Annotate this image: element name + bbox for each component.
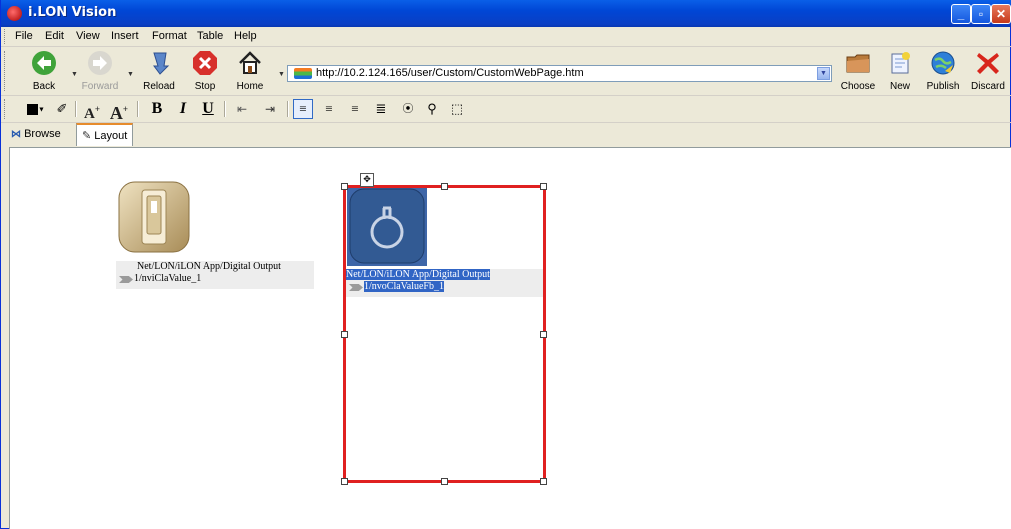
align-right-icon[interactable]: ≡ xyxy=(345,99,365,119)
widget-label[interactable]: Net/LON/iLON App/Digital Output 1/nviCla… xyxy=(116,261,314,289)
reload-label: Reload xyxy=(143,81,175,92)
widget-label-line1: Net/LON/iLON App/Digital Output xyxy=(137,261,281,272)
publish-globe-icon xyxy=(931,51,955,75)
resize-handle-n[interactable] xyxy=(441,183,448,190)
discard-button[interactable]: Discard xyxy=(967,50,1009,94)
stop-icon xyxy=(193,51,217,75)
menu-file[interactable]: File xyxy=(15,30,33,42)
app-window: i.LON Vision _ ▫ ✕ File Edit View Insert… xyxy=(0,0,1011,529)
home-button[interactable]: Home xyxy=(229,50,271,94)
tab-layout-label: Layout xyxy=(94,130,128,142)
tab-browse-label: Browse xyxy=(24,128,61,140)
font-color-icon[interactable]: ▼ xyxy=(25,99,47,119)
publish-button[interactable]: Publish xyxy=(922,50,964,94)
format-separator xyxy=(75,101,77,117)
back-arrow-icon xyxy=(32,51,56,75)
menu-help[interactable]: Help xyxy=(234,30,257,42)
layout-canvas[interactable]: Net/LON/iLON App/Digital Output 1/nviCla… xyxy=(9,147,1011,529)
resize-handle-e[interactable] xyxy=(540,331,547,338)
italic-button[interactable]: I xyxy=(173,99,193,119)
toggle-switch-icon xyxy=(118,181,190,253)
title-bar[interactable]: i.LON Vision _ ▫ ✕ xyxy=(1,0,1011,27)
folder-icon xyxy=(846,54,870,73)
resize-handle-s[interactable] xyxy=(441,478,448,485)
minimize-button[interactable]: _ xyxy=(951,4,971,24)
app-logo-icon xyxy=(7,6,22,21)
font-grow-icon[interactable]: A+ xyxy=(81,99,103,122)
browse-icon: ⋈ xyxy=(11,129,21,140)
maximize-button[interactable]: ▫ xyxy=(971,4,991,24)
choose-button[interactable]: Choose xyxy=(837,50,879,94)
window-title: i.LON Vision xyxy=(28,5,117,20)
align-center-icon[interactable]: ≡ xyxy=(319,99,339,119)
align-left-icon[interactable]: ≡ xyxy=(293,99,313,119)
new-label: New xyxy=(889,81,910,92)
outdent-icon[interactable]: ⇤ xyxy=(232,99,252,119)
address-dropdown-icon[interactable]: ▼ xyxy=(817,67,830,80)
back-dropdown-icon[interactable]: ▼ xyxy=(71,71,78,78)
address-bar[interactable]: http://10.2.124.165/user/Custom/CustomWe… xyxy=(287,65,832,82)
bold-button[interactable]: B xyxy=(147,99,167,119)
align-justify-icon[interactable]: ≣ xyxy=(371,99,391,119)
view-tabs: ⋈ Browse ✎ Layout xyxy=(1,123,1011,147)
underline-button[interactable]: U xyxy=(198,99,218,119)
font-shrink-icon[interactable]: A+ xyxy=(108,99,130,123)
forward-button[interactable]: Forward xyxy=(79,50,121,94)
home-label: Home xyxy=(236,81,264,92)
stop-button[interactable]: Stop xyxy=(184,50,226,94)
menu-insert[interactable]: Insert xyxy=(111,30,139,42)
discard-x-icon xyxy=(977,53,999,74)
format-separator xyxy=(137,101,139,117)
new-page-icon xyxy=(891,52,910,74)
format-separator xyxy=(287,101,289,117)
choose-label: Choose xyxy=(840,81,876,92)
stop-label: Stop xyxy=(194,81,216,92)
resize-handle-ne[interactable] xyxy=(540,183,547,190)
back-button[interactable]: Back xyxy=(23,50,65,94)
forward-arrow-icon xyxy=(88,51,112,75)
insert-object-icon[interactable]: ⚲ xyxy=(422,99,442,119)
resize-handle-nw[interactable] xyxy=(341,183,348,190)
back-label: Back xyxy=(32,81,56,92)
menu-edit[interactable]: Edit xyxy=(45,30,64,42)
home-icon xyxy=(239,51,261,74)
reload-icon xyxy=(153,52,170,75)
menubar-grip[interactable] xyxy=(4,29,8,44)
toolbar-grip[interactable] xyxy=(4,51,8,91)
main-toolbar: Back ▼ Forward ▼ Reload Stop Home ▼ http… xyxy=(1,47,1011,96)
publish-label: Publish xyxy=(926,81,960,92)
indent-icon[interactable]: ⇥ xyxy=(260,99,280,119)
selection-frame[interactable] xyxy=(343,185,546,483)
menu-format[interactable]: Format xyxy=(152,30,187,42)
move-handle-icon[interactable]: ✥ xyxy=(360,173,374,187)
widget-label-line2: 1/nviClaValue_1 xyxy=(134,273,202,284)
menu-view[interactable]: View xyxy=(76,30,100,42)
pencil-icon: ✎ xyxy=(82,130,92,142)
page-icon xyxy=(294,68,312,79)
forward-label: Forward xyxy=(81,81,119,92)
formatbar-grip[interactable] xyxy=(4,99,8,119)
menu-table[interactable]: Table xyxy=(197,30,223,42)
link-icon[interactable]: ⦿ xyxy=(398,99,418,119)
home-dropdown-icon[interactable]: ▼ xyxy=(278,71,285,78)
eraser-icon[interactable]: ✐ xyxy=(53,99,71,119)
new-button[interactable]: New xyxy=(879,50,921,94)
insert-shape-icon[interactable]: ⬚ xyxy=(447,99,467,119)
close-button[interactable]: ✕ xyxy=(991,4,1011,24)
tab-layout[interactable]: ✎ Layout xyxy=(76,123,134,146)
resize-handle-w[interactable] xyxy=(341,331,348,338)
reload-button[interactable]: Reload xyxy=(138,50,180,94)
menu-bar: File Edit View Insert Format Table Help xyxy=(1,27,1011,47)
format-toolbar: ▼ ✐ A+ A+ B I U ⇤ ⇥ ≡ ≡ ≡ ≣ ⦿ ⚲ ⬚ xyxy=(1,96,1011,123)
address-url[interactable]: http://10.2.124.165/user/Custom/CustomWe… xyxy=(316,67,584,79)
resize-handle-sw[interactable] xyxy=(341,478,348,485)
resize-handle-se[interactable] xyxy=(540,478,547,485)
tab-browse[interactable]: ⋈ Browse xyxy=(6,123,66,146)
switch-widget[interactable] xyxy=(118,181,190,253)
format-separator xyxy=(224,101,226,117)
discard-label: Discard xyxy=(971,81,1005,92)
forward-dropdown-icon[interactable]: ▼ xyxy=(127,71,134,78)
